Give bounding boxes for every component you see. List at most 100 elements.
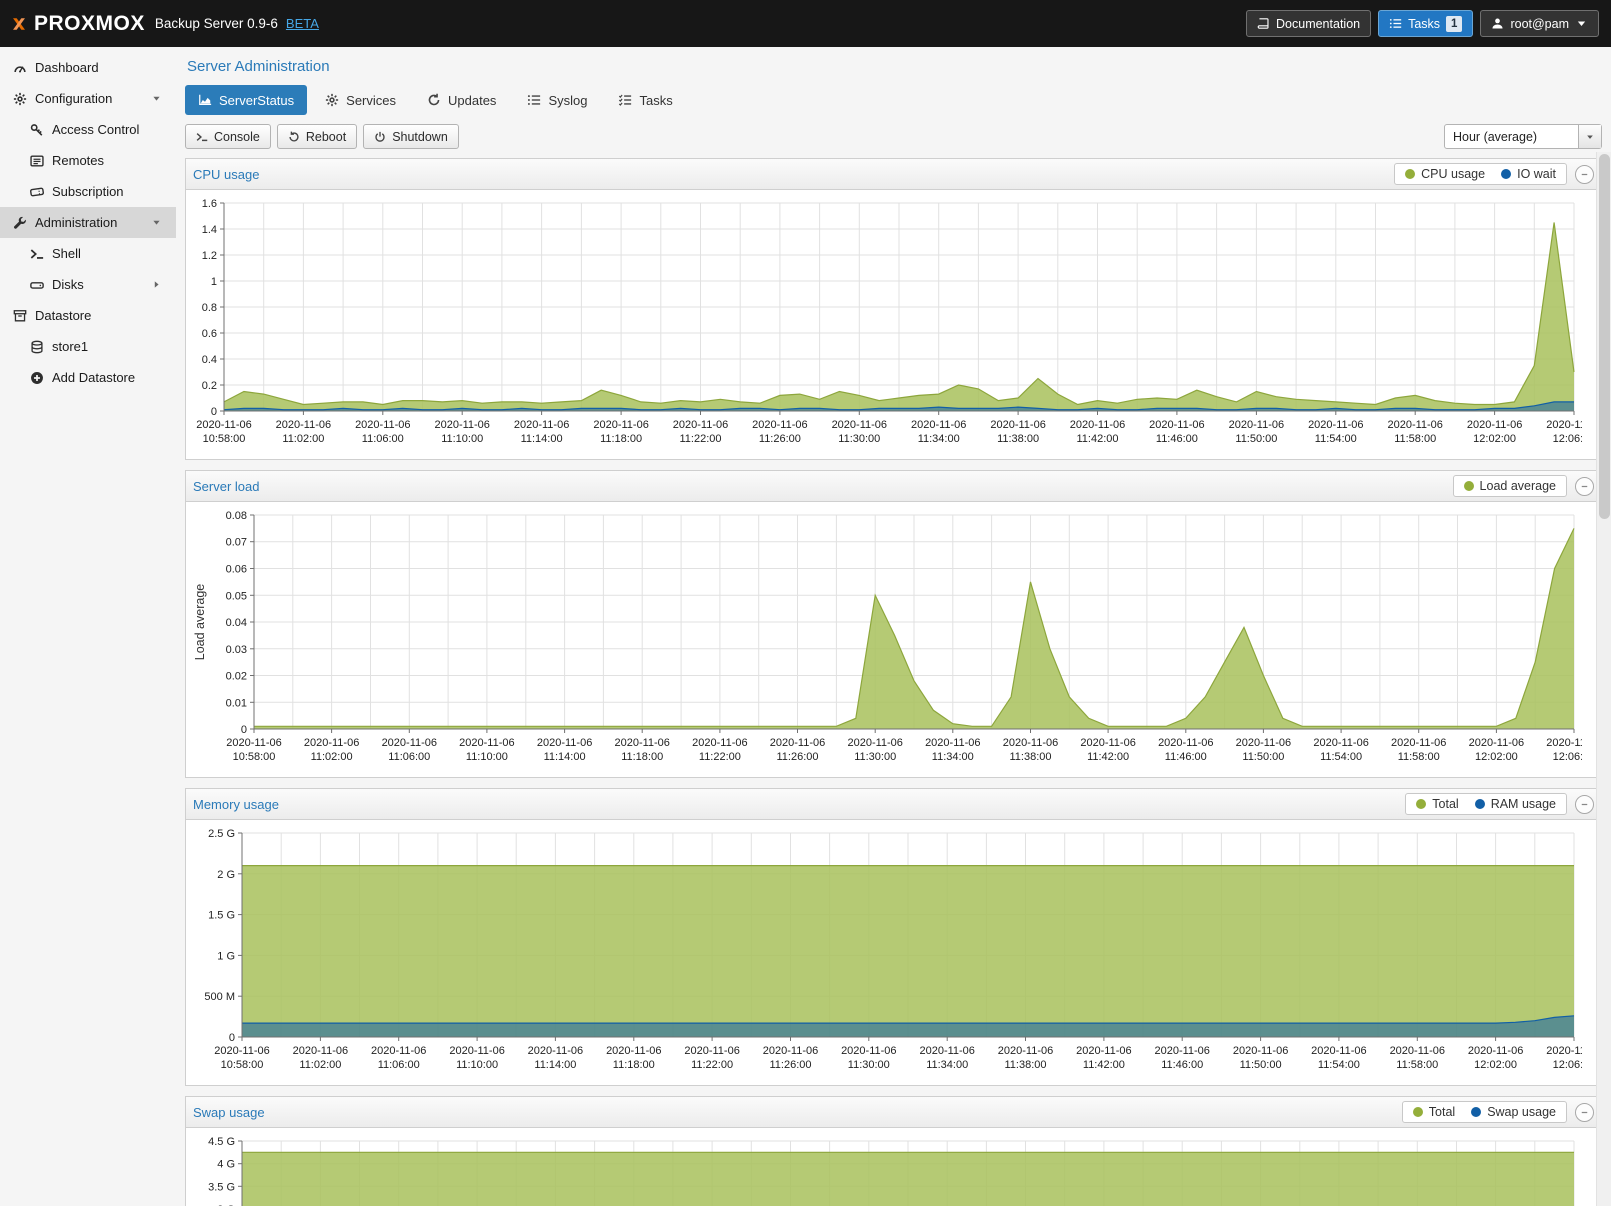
sidebar-item-add-datastore[interactable]: Add Datastore bbox=[0, 362, 176, 393]
list-alt-icon bbox=[27, 154, 46, 168]
tab-label: Syslog bbox=[548, 93, 587, 108]
sidebar-item-label: Access Control bbox=[52, 122, 139, 137]
user-menu-button[interactable]: root@pam bbox=[1480, 10, 1599, 37]
svg-text:2020-11-06: 2020-11-06 bbox=[1469, 737, 1524, 749]
svg-text:2020-11-06: 2020-11-06 bbox=[684, 1045, 739, 1057]
svg-text:11:30:00: 11:30:00 bbox=[838, 433, 880, 445]
brand-name: PROXMOX bbox=[34, 12, 145, 36]
sidebar-item-datastore[interactable]: Datastore bbox=[0, 300, 176, 331]
svg-text:2020-11-06: 2020-11-06 bbox=[1229, 419, 1284, 431]
caret-right-icon[interactable] bbox=[147, 279, 166, 290]
vertical-scrollbar[interactable] bbox=[1596, 152, 1611, 1206]
svg-text:2020-11-06: 2020-11-06 bbox=[990, 419, 1045, 431]
svg-text:2020-11-06: 2020-11-06 bbox=[293, 1045, 348, 1057]
svg-text:11:02:00: 11:02:00 bbox=[299, 1059, 341, 1071]
tasks-count-badge: 1 bbox=[1446, 16, 1462, 32]
button-label: Console bbox=[214, 130, 260, 144]
collapse-panel-button[interactable] bbox=[1575, 1103, 1594, 1122]
legend-label: RAM usage bbox=[1491, 797, 1556, 811]
legend-label: Swap usage bbox=[1487, 1105, 1556, 1119]
legend-label: Total bbox=[1429, 1105, 1455, 1119]
svg-text:2020-11-06: 2020-11-06 bbox=[1080, 737, 1135, 749]
svg-text:11:54:00: 11:54:00 bbox=[1318, 1059, 1360, 1071]
sidebar-item-subscription[interactable]: Subscription bbox=[0, 176, 176, 207]
tab-tasks[interactable]: Tasks bbox=[605, 85, 685, 115]
legend-item-io-wait: IO wait bbox=[1501, 167, 1556, 181]
sidebar-item-disks[interactable]: Disks bbox=[0, 269, 176, 300]
svg-text:2020-11-06: 2020-11-06 bbox=[1154, 1045, 1209, 1057]
svg-text:2020-11-06: 2020-11-06 bbox=[832, 419, 887, 431]
sidebar-item-label: Subscription bbox=[52, 184, 124, 199]
svg-text:11:38:00: 11:38:00 bbox=[1004, 1059, 1046, 1071]
svg-text:2020-11-06: 2020-11-06 bbox=[841, 1045, 896, 1057]
scrollbar-thumb[interactable] bbox=[1599, 154, 1610, 519]
svg-text:2020-11-06: 2020-11-06 bbox=[606, 1045, 661, 1057]
sidebar-item-store1[interactable]: store1 bbox=[0, 331, 176, 362]
svg-text:2020-11-06: 2020-11-06 bbox=[911, 419, 966, 431]
panel-body: 0500 M1 G1.5 G2 G2.5 G3 G3.5 G4 G4.5 G20… bbox=[186, 1128, 1601, 1206]
console-button[interactable]: Console bbox=[185, 124, 271, 149]
sidebar-item-access-control[interactable]: Access Control bbox=[0, 114, 176, 145]
select-trigger-icon[interactable] bbox=[1578, 125, 1601, 148]
power-icon bbox=[374, 131, 386, 143]
svg-text:11:22:00: 11:22:00 bbox=[699, 751, 741, 763]
tab-updates[interactable]: Updates bbox=[414, 85, 509, 115]
wrench-icon bbox=[10, 216, 29, 230]
timeframe-select[interactable]: Hour (average) bbox=[1444, 124, 1602, 149]
sidebar-item-configuration[interactable]: Configuration bbox=[0, 83, 176, 114]
svg-text:11:30:00: 11:30:00 bbox=[854, 751, 896, 763]
svg-text:10:58:00: 10:58:00 bbox=[233, 751, 276, 763]
tab-syslog[interactable]: Syslog bbox=[514, 85, 600, 115]
tasks-button[interactable]: Tasks 1 bbox=[1378, 10, 1473, 37]
beta-link[interactable]: BETA bbox=[286, 16, 319, 31]
svg-text:11:30:00: 11:30:00 bbox=[848, 1059, 890, 1071]
reboot-button[interactable]: Reboot bbox=[277, 124, 357, 149]
caret-down-icon[interactable] bbox=[147, 217, 166, 228]
collapse-panel-button[interactable] bbox=[1575, 477, 1594, 496]
svg-text:2020-11-06: 2020-11-06 bbox=[1546, 1045, 1582, 1057]
legend-swatch-icon bbox=[1464, 481, 1474, 491]
refresh-icon bbox=[427, 93, 441, 107]
workspace: Dashboard Configuration Access Control Remo… bbox=[0, 47, 1611, 1206]
svg-text:11:50:00: 11:50:00 bbox=[1240, 1059, 1282, 1071]
svg-text:1: 1 bbox=[211, 276, 217, 288]
svg-text:4 G: 4 G bbox=[217, 1159, 235, 1171]
svg-text:2020-11-06: 2020-11-06 bbox=[1467, 419, 1522, 431]
svg-text:11:50:00: 11:50:00 bbox=[1235, 433, 1277, 445]
svg-text:2020-11-06: 2020-11-06 bbox=[1003, 737, 1058, 749]
svg-text:11:54:00: 11:54:00 bbox=[1315, 433, 1357, 445]
legend-label: IO wait bbox=[1517, 167, 1556, 181]
svg-text:11:14:00: 11:14:00 bbox=[544, 751, 586, 763]
chart-legend: Load average bbox=[1453, 475, 1567, 497]
chart-legend: Total Swap usage bbox=[1402, 1101, 1567, 1123]
svg-text:2 G: 2 G bbox=[217, 869, 235, 881]
shutdown-button[interactable]: Shutdown bbox=[363, 124, 459, 149]
svg-text:3.5 G: 3.5 G bbox=[208, 1181, 235, 1193]
svg-text:2020-11-06: 2020-11-06 bbox=[692, 737, 747, 749]
svg-text:2020-11-06: 2020-11-06 bbox=[459, 737, 514, 749]
sidebar-item-shell[interactable]: Shell bbox=[0, 238, 176, 269]
sidebar-item-label: Disks bbox=[52, 277, 84, 292]
panel-header: Memory usageTotalRAM usage bbox=[186, 789, 1601, 820]
sidebar-item-administration[interactable]: Administration bbox=[0, 207, 176, 238]
sidebar-item-label: Configuration bbox=[35, 91, 112, 106]
collapse-panel-button[interactable] bbox=[1575, 795, 1594, 814]
terminal-icon bbox=[27, 247, 46, 261]
brand: PROXMOX Backup Server 0.9-6 BETA bbox=[12, 12, 319, 36]
tab-serverstatus[interactable]: ServerStatus bbox=[185, 85, 307, 115]
svg-text:0.08: 0.08 bbox=[226, 510, 247, 522]
svg-text:2020-11-06: 2020-11-06 bbox=[673, 419, 728, 431]
caret-down-icon[interactable] bbox=[147, 93, 166, 104]
tachometer-icon bbox=[10, 61, 29, 75]
documentation-button[interactable]: Documentation bbox=[1246, 10, 1371, 37]
collapse-panel-button[interactable] bbox=[1575, 165, 1594, 184]
sidebar: Dashboard Configuration Access Control Remo… bbox=[0, 47, 176, 1206]
server-load-panel: Server loadLoad average00.010.020.030.04… bbox=[185, 470, 1602, 778]
tab-services[interactable]: Services bbox=[312, 85, 409, 115]
sidebar-item-remotes[interactable]: Remotes bbox=[0, 145, 176, 176]
svg-text:0.05: 0.05 bbox=[226, 590, 247, 602]
server-load-chart: 00.010.020.030.040.050.060.070.082020-11… bbox=[190, 505, 1582, 773]
svg-text:0: 0 bbox=[229, 1032, 235, 1044]
tab-label: Tasks bbox=[639, 93, 672, 108]
sidebar-item-dashboard[interactable]: Dashboard bbox=[0, 52, 176, 83]
